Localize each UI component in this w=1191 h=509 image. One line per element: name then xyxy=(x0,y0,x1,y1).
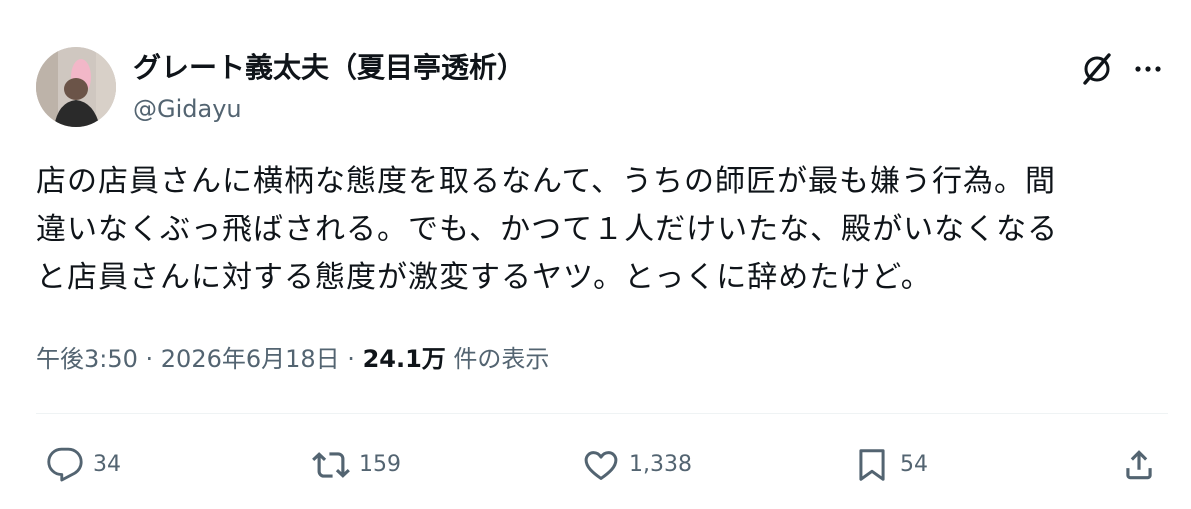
tweet-meta: 午後3:50 · 2026年6月18日 · 24.1万 件の表示 xyxy=(36,339,549,379)
share-icon xyxy=(1126,450,1152,480)
grok-icon[interactable] xyxy=(1080,52,1114,86)
tweet-text-line: 店の店員さんに横柄な態度を取るなんて、うちの師匠が最も嫌う行為。間 xyxy=(36,164,1056,199)
like-count: 1,338 xyxy=(629,452,692,477)
retweet-button[interactable]: 159 xyxy=(312,443,401,487)
like-button[interactable]: 1,338 xyxy=(582,443,692,487)
tweet-text: 店の店員さんに横柄な態度を取るなんて、うちの師匠が最も嫌う行為。間 違いなくぶっ… xyxy=(36,158,1166,302)
divider xyxy=(36,413,1168,414)
retweet-icon xyxy=(312,452,350,478)
author-display-name[interactable]: グレート義太夫（夏目亭透析） xyxy=(133,49,525,87)
retweet-count: 159 xyxy=(359,452,401,477)
bookmark-icon xyxy=(859,449,885,481)
tweet-text-line: 違いなくぶっ飛ばされる。でも、かつて１人だけいたな、殿がいなくなる xyxy=(36,212,1059,247)
views-label: 件の表示 xyxy=(445,345,550,373)
heart-icon xyxy=(584,451,618,480)
bookmark-button[interactable]: 54 xyxy=(853,443,928,487)
reply-icon xyxy=(47,447,83,482)
bookmark-count: 54 xyxy=(900,452,928,477)
avatar[interactable] xyxy=(36,47,116,127)
author-handle[interactable]: @Gidayu xyxy=(133,93,242,125)
avatar-image xyxy=(36,47,116,127)
share-button[interactable] xyxy=(1120,443,1158,487)
tweet-timestamp[interactable]: 午後3:50 · 2026年6月18日 · xyxy=(36,345,363,373)
reply-button[interactable]: 34 xyxy=(46,443,121,487)
tweet-text-line: と店員さんに対する態度が激変するヤツ。とっくに辞めたけど。 xyxy=(36,260,932,295)
views-count: 24.1万 xyxy=(362,345,446,373)
more-icon[interactable] xyxy=(1131,52,1165,86)
reply-count: 34 xyxy=(93,452,121,477)
